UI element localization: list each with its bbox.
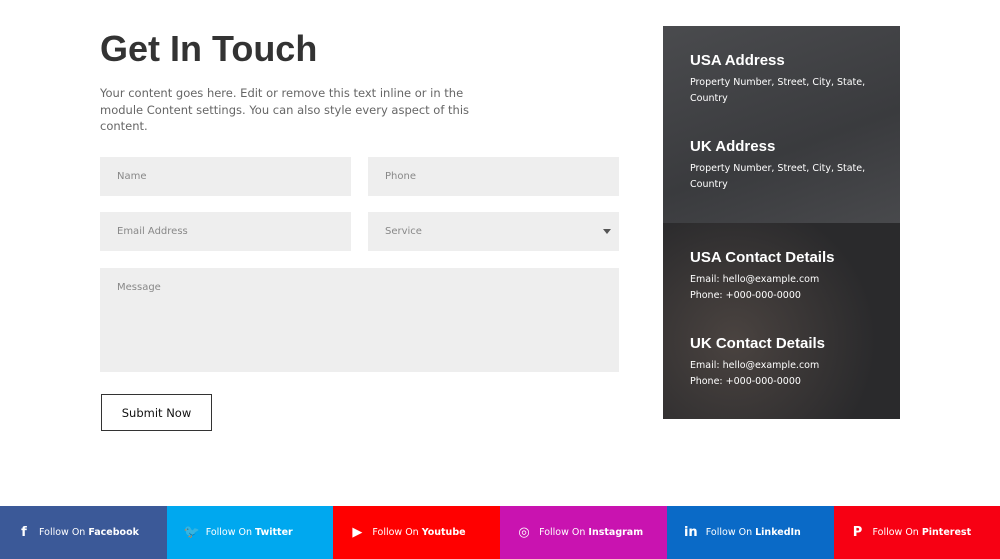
name-placeholder: Name	[117, 171, 147, 182]
uk-contact: UK Contact Details Email: hello@example.c…	[690, 335, 875, 390]
submit-button[interactable]: Submit Now	[101, 394, 212, 431]
prefix: Follow On	[205, 527, 253, 538]
phone: Phone: +000-000-0000	[690, 376, 801, 387]
network-name: Youtube	[421, 527, 466, 538]
follow-facebook-button[interactable]: f Follow On Facebook	[0, 506, 167, 559]
prefix: Follow On	[872, 527, 919, 538]
follow-youtube-button[interactable]: ▶ Follow On Youtube	[333, 506, 501, 559]
follow-instagram-button[interactable]: ◎ Follow On Instagram	[500, 506, 668, 559]
phone: Phone: +000-000-0000	[690, 290, 801, 301]
message-placeholder: Message	[117, 282, 161, 293]
heading: USA Contact Details	[690, 249, 835, 266]
network-name: Instagram	[588, 527, 644, 538]
heading: UK Contact Details	[690, 335, 826, 352]
pinterest-icon: P	[852, 525, 863, 540]
prefix: Follow On	[39, 527, 86, 538]
contact-info-panel: USA Address Property Number, Street, City…	[663, 26, 900, 419]
facebook-icon: f	[21, 525, 27, 540]
service-select[interactable]: Service	[368, 212, 619, 251]
message-textarea[interactable]: Message	[100, 268, 619, 372]
chevron-down-icon	[603, 229, 611, 234]
email: Email: hello@example.com	[690, 360, 820, 371]
phone-input[interactable]: Phone	[368, 157, 619, 196]
heading: UK Address	[690, 138, 776, 155]
address: Property Number, Street, City, State, Co…	[690, 163, 866, 190]
network-name: LinkedIn	[755, 527, 801, 538]
linkedin-icon: in	[683, 525, 698, 540]
heading: USA Address	[690, 52, 785, 69]
email-placeholder: Email Address	[117, 226, 188, 237]
uk-address: UK Address Property Number, Street, City,…	[690, 138, 875, 193]
network-name: Facebook	[88, 527, 139, 538]
prefix: Follow On	[705, 527, 753, 538]
youtube-icon: ▶	[352, 525, 363, 540]
email: Email: hello@example.com	[690, 274, 820, 285]
intro-text: Your content goes here. Edit or remove t…	[100, 86, 470, 133]
network-name: Twitter	[255, 527, 293, 538]
usa-address: USA Address Property Number, Street, City…	[690, 52, 875, 107]
email-input[interactable]: Email Address	[100, 212, 351, 251]
follow-twitter-button[interactable]: 🐦 Follow On Twitter	[166, 506, 334, 559]
twitter-icon: 🐦	[183, 525, 200, 540]
name-input[interactable]: Name	[100, 157, 351, 196]
prefix: Follow On	[539, 527, 586, 538]
usa-contact: USA Contact Details Email: hello@example.…	[690, 249, 875, 304]
instagram-icon: ◎	[518, 525, 530, 540]
follow-linkedin-button[interactable]: in Follow On LinkedIn	[666, 506, 834, 559]
network-name: Pinterest	[921, 527, 972, 538]
follow-pinterest-button[interactable]: P Follow On Pinterest	[833, 506, 1000, 559]
phone-placeholder: Phone	[385, 171, 416, 182]
address: Property Number, Street, City, State, Co…	[690, 77, 866, 104]
page-title: Get In Touch	[100, 28, 318, 69]
prefix: Follow On	[372, 527, 419, 538]
service-value: Service	[385, 226, 422, 237]
